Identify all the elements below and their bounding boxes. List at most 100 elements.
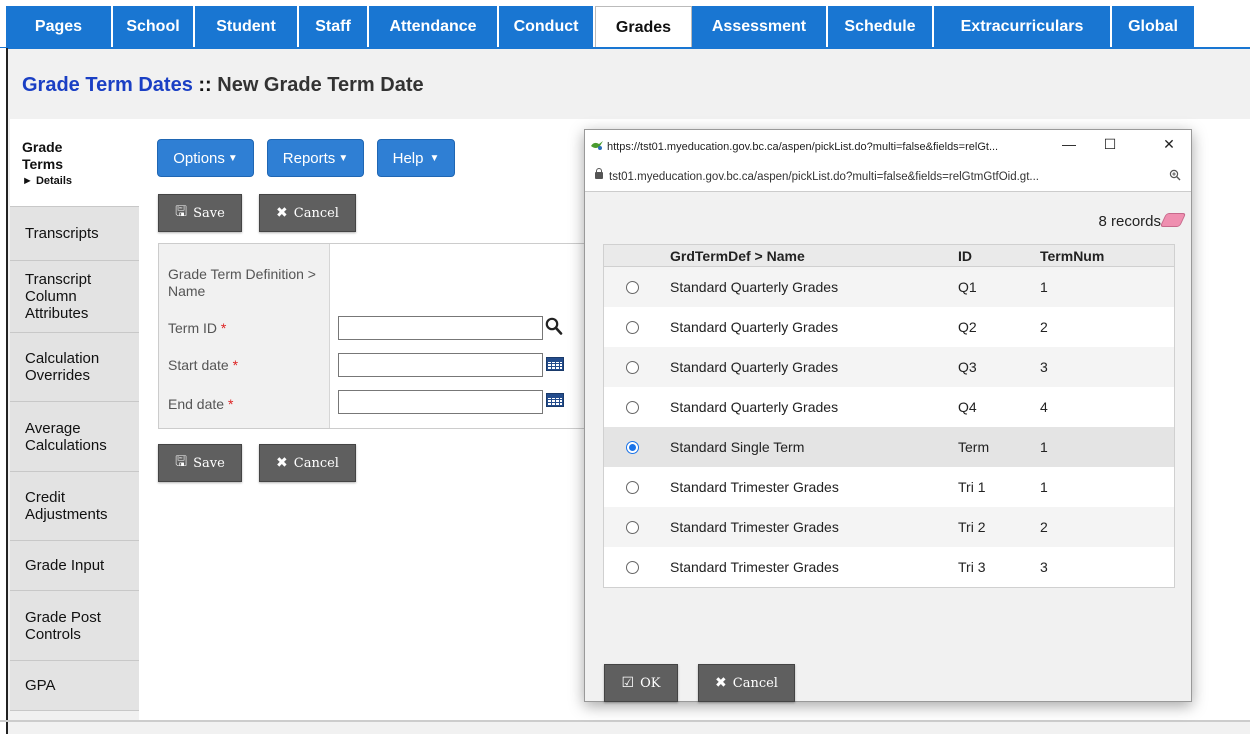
table-row[interactable]: Standard Quarterly Grades Q1 1 [604, 267, 1174, 307]
sidebar-item-credit-adjustments[interactable]: Credit Adjustments [10, 472, 139, 541]
cell-termnum: 2 [1040, 319, 1048, 335]
search-icon[interactable] [545, 316, 563, 341]
cancel-label: Cancel [293, 205, 339, 221]
row-select-cell [604, 560, 660, 574]
save-button-top[interactable]: 🖫 Save [158, 194, 242, 232]
cancel-label: Cancel [293, 455, 339, 471]
sidebar-item-average-calculations[interactable]: Average Calculations [10, 402, 139, 472]
options-dropdown-button[interactable]: Options ▼ [157, 139, 254, 177]
pick-list-table: GrdTermDef > Name ID TermNum Standard Qu… [603, 244, 1175, 588]
sidebar-item-calculation-overrides[interactable]: Calculation Overrides [10, 333, 139, 402]
close-icon[interactable]: ✕ [1154, 136, 1184, 153]
term-id-input[interactable] [338, 316, 543, 340]
sidebar-item-grade-post-controls[interactable]: Grade Post Controls [10, 591, 139, 661]
start-date-label-text: Start date [168, 357, 229, 373]
cancel-button-top[interactable]: ✖ Cancel [259, 194, 356, 232]
reports-label: Reports [282, 149, 336, 167]
help-label: Help [392, 149, 424, 167]
lock-icon [595, 168, 603, 179]
row-select-cell [604, 400, 660, 414]
tab-grades[interactable]: Grades [595, 6, 692, 48]
column-header-termnum[interactable]: TermNum [1038, 248, 1174, 264]
tab-global[interactable]: Global [1112, 6, 1196, 48]
cancel-button-popup[interactable]: ✖ Cancel [698, 664, 795, 702]
column-header-id[interactable]: ID [952, 248, 1038, 264]
row-radio-button[interactable] [625, 400, 639, 414]
table-row[interactable]: Standard Trimester Grades Tri 3 3 [604, 547, 1174, 587]
row-radio-button[interactable] [625, 320, 639, 334]
row-radio-button[interactable] [625, 440, 639, 454]
calendar-icon[interactable] [546, 357, 564, 371]
ok-button[interactable]: ☑ OK [604, 664, 678, 702]
start-date-input[interactable] [338, 353, 543, 377]
tab-school[interactable]: School [113, 6, 195, 48]
cell-name: Standard Quarterly Grades [670, 399, 839, 415]
maximize-icon[interactable]: ☐ [1095, 136, 1125, 153]
eraser-icon[interactable] [1159, 213, 1187, 227]
sidebar-item-grade-terms[interactable]: Grade Terms ► Details [10, 119, 139, 207]
term-id-label-text: Term ID [168, 320, 217, 336]
cell-termnum: 1 [1040, 279, 1048, 295]
save-button-bottom[interactable]: 🖫 Save [158, 444, 242, 482]
cell-name: Standard Single Term [670, 439, 805, 455]
save-label: Save [193, 455, 225, 471]
row-radio-button[interactable] [625, 560, 639, 574]
row-radio-button[interactable] [625, 280, 639, 294]
table-row[interactable]: Standard Trimester Grades Tri 1 1 [604, 467, 1174, 507]
sidebar-item-grade-input[interactable]: Grade Input [10, 541, 139, 591]
popup-body: 8 records GrdTermDef > Name ID TermNum S… [585, 192, 1191, 702]
sidebar-item-label: Grade Post Controls [25, 608, 101, 643]
tab-assessment[interactable]: Assessment [692, 6, 828, 48]
x-icon: ✖ [715, 675, 727, 691]
row-radio-button[interactable] [625, 360, 639, 374]
end-date-label: End date * [168, 396, 233, 412]
cell-termnum: 2 [1040, 519, 1048, 535]
table-row[interactable]: Standard Quarterly Grades Q2 2 [604, 307, 1174, 347]
sidebar-item-transcript-column-attributes[interactable]: Transcript Column Attributes [10, 261, 139, 333]
sidebar-item-label: Transcript Column Attributes [25, 271, 92, 322]
tab-student[interactable]: Student [195, 6, 299, 48]
row-select-cell [604, 440, 660, 454]
tab-pages[interactable]: Pages [6, 6, 113, 48]
row-select-cell [604, 280, 660, 294]
tab-schedule[interactable]: Schedule [828, 6, 934, 48]
table-header: GrdTermDef > Name ID TermNum [604, 245, 1174, 267]
cell-name: Standard Quarterly Grades [670, 359, 839, 375]
popup-titlebar: https://tst01.myeducation.gov.bc.ca/aspe… [585, 130, 1191, 164]
row-radio-button[interactable] [625, 520, 639, 534]
cell-id: Q2 [958, 319, 977, 335]
end-date-label-text: End date [168, 396, 225, 412]
help-dropdown-button[interactable]: Help ▼ [377, 139, 455, 177]
table-row[interactable]: Standard Single Term Term 1 [604, 427, 1174, 467]
save-label: Save [193, 205, 225, 221]
tab-attendance[interactable]: Attendance [369, 6, 499, 48]
table-row[interactable]: Standard Quarterly Grades Q3 3 [604, 347, 1174, 387]
row-select-cell [604, 320, 660, 334]
sidebar-item-label: Grade Terms [22, 138, 63, 172]
minimize-icon[interactable]: — [1054, 136, 1084, 152]
cell-name: Standard Quarterly Grades [670, 279, 839, 295]
tab-extracurriculars[interactable]: Extracurriculars [934, 6, 1112, 48]
cell-name: Standard Trimester Grades [670, 559, 839, 575]
row-radio-button[interactable] [625, 480, 639, 494]
cancel-label: Cancel [732, 675, 778, 691]
calendar-icon[interactable] [546, 393, 564, 407]
reports-dropdown-button[interactable]: Reports ▼ [267, 139, 364, 177]
tab-staff[interactable]: Staff [299, 6, 369, 48]
breadcrumb-link[interactable]: Grade Term Dates [22, 74, 193, 96]
popup-url[interactable]: tst01.myeducation.gov.bc.ca/aspen/pickLi… [609, 171, 1039, 183]
sidebar-item-label: Grade Input [25, 557, 105, 574]
zoom-icon[interactable] [1169, 169, 1181, 184]
cancel-button-bottom[interactable]: ✖ Cancel [259, 444, 356, 482]
cell-id: Q4 [958, 399, 977, 415]
sidebar-item-transcripts[interactable]: Transcripts [10, 207, 139, 261]
sidebar-subitem-details[interactable]: ► Details [22, 175, 139, 187]
table-row[interactable]: Standard Trimester Grades Tri 2 2 [604, 507, 1174, 547]
column-header-name[interactable]: GrdTermDef > Name [660, 248, 952, 264]
end-date-input[interactable] [338, 390, 543, 414]
table-row[interactable]: Standard Quarterly Grades Q4 4 [604, 387, 1174, 427]
grade-term-form: Grade Term Definition > Name Term ID * S… [158, 243, 588, 429]
sidebar-item-gpa[interactable]: GPA [10, 661, 139, 711]
side-nav: Grade Terms ► Details Transcripts Transc… [10, 119, 139, 711]
tab-conduct[interactable]: Conduct [499, 6, 595, 48]
